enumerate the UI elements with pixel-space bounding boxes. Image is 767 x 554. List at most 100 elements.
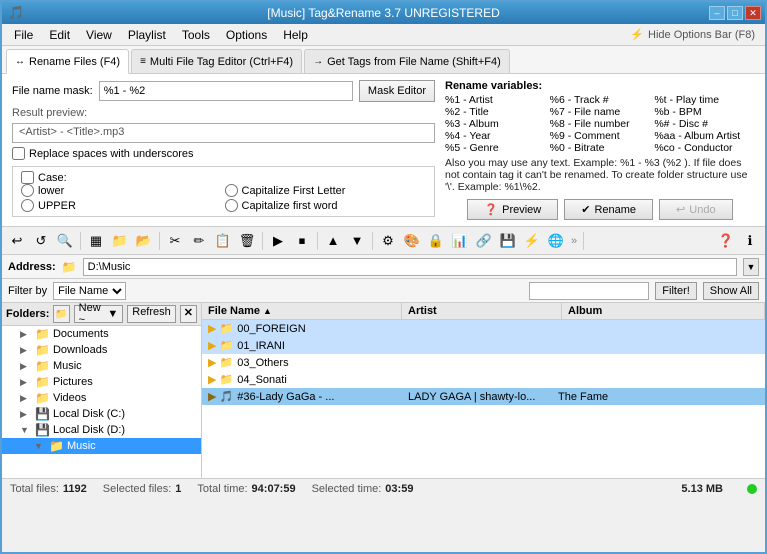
filter-by-label: Filter by: [8, 285, 47, 297]
folder-arrow-d: ▼: [20, 425, 32, 435]
replace-spaces-label: Replace spaces with underscores: [29, 148, 193, 160]
tab-rename-files[interactable]: ↔ Rename Files (F4): [6, 49, 129, 74]
file-name-03-others: ▶ 📁 03_Others: [202, 355, 402, 370]
filter-select[interactable]: File Name Artist Album Title: [53, 282, 126, 300]
tb-folder-button[interactable]: 📁: [109, 230, 131, 252]
address-folder-icon: 📁: [62, 260, 77, 274]
folder-pictures[interactable]: ▶ 📁 Pictures: [2, 374, 201, 390]
folder-d[interactable]: ▼ 💾 Local Disk (D:): [2, 422, 201, 438]
folder-downloads[interactable]: ▶ 📁 Downloads: [2, 342, 201, 358]
case-section: Case: lower Capitalize First Letter UPPE…: [12, 166, 435, 217]
case-upper-radio[interactable]: [21, 199, 34, 212]
status-bar: Total files: 1192 Selected files: 1 Tota…: [2, 478, 765, 498]
tb-palette-button[interactable]: 🎨: [401, 230, 423, 252]
tb-flash-button[interactable]: ⚡: [521, 230, 543, 252]
folder-documents[interactable]: ▶ 📁 Documents: [2, 326, 201, 342]
folder-name-d: Local Disk (D:): [53, 424, 125, 436]
tb-view-button[interactable]: ▦: [85, 230, 107, 252]
tb-help-button[interactable]: ❓: [715, 230, 737, 252]
tb-info-button[interactable]: ℹ: [739, 230, 761, 252]
undo-button[interactable]: ↩ Undo: [659, 199, 733, 220]
rename-label: Rename: [594, 204, 636, 216]
menu-playlist[interactable]: Playlist: [120, 26, 174, 44]
status-indicator: [747, 484, 757, 494]
tb-search-button[interactable]: 🔍: [54, 230, 76, 252]
tb-delete-button[interactable]: 🗑: [236, 230, 258, 252]
tab-multi-tag[interactable]: ≡ Multi File Tag Editor (Ctrl+F4): [131, 49, 302, 73]
folder-videos[interactable]: ▶ 📁 Videos: [2, 390, 201, 406]
tb-save-button[interactable]: 💾: [497, 230, 519, 252]
tb-globe-button[interactable]: 🌐: [545, 230, 567, 252]
close-button[interactable]: ✕: [745, 6, 761, 20]
show-all-button[interactable]: Show All: [703, 282, 759, 300]
case-lower-radio[interactable]: [21, 184, 34, 197]
col-header-filename[interactable]: File Name ▲: [202, 303, 402, 319]
replace-spaces-row: Replace spaces with underscores: [12, 147, 435, 160]
case-capitalize-radio[interactable]: [225, 184, 238, 197]
filter-input[interactable]: [529, 282, 649, 300]
file-row-01-irani[interactable]: ▶ 📁 01_IRANI: [202, 337, 765, 354]
tb-sep-3: [262, 232, 263, 250]
folders-collapse-button[interactable]: 📁: [53, 305, 69, 323]
tb-up-button[interactable]: ▲: [322, 230, 344, 252]
tb-copy-button[interactable]: 📋: [212, 230, 234, 252]
tb-lock-button[interactable]: 🔒: [425, 230, 447, 252]
address-label: Address:: [8, 261, 56, 273]
file-row-00-foreign[interactable]: ▶ 📁 00_FOREIGN: [202, 320, 765, 337]
folders-close-button[interactable]: ✕: [180, 305, 197, 323]
vars-title: Rename variables:: [445, 80, 755, 92]
col-header-album[interactable]: Album: [562, 303, 765, 319]
menu-view[interactable]: View: [78, 26, 120, 44]
folders-new-button[interactable]: New ~ ▼: [74, 305, 124, 323]
tb-settings-button[interactable]: ⚙: [377, 230, 399, 252]
menu-tools[interactable]: Tools: [174, 26, 218, 44]
menu-help[interactable]: Help: [275, 26, 316, 44]
minimize-button[interactable]: –: [709, 6, 725, 20]
file-name-gaga: ▶ 🎵 #36-Lady GaGa - ...: [202, 389, 402, 404]
maximize-button[interactable]: □: [727, 6, 743, 20]
tb-back-button[interactable]: ↩: [6, 230, 28, 252]
hide-options-icon: ⚡: [630, 28, 644, 41]
hide-options-button[interactable]: ⚡ Hide Options Bar (F8): [624, 26, 761, 43]
address-dropdown[interactable]: ▼: [743, 258, 759, 276]
replace-spaces-checkbox[interactable]: [12, 147, 25, 160]
case-checkbox[interactable]: [21, 171, 34, 184]
tb-link-button[interactable]: 🔗: [473, 230, 495, 252]
folder-music[interactable]: ▶ 📁 Music: [2, 358, 201, 374]
tb-cut-button[interactable]: ✂: [164, 230, 186, 252]
tb-edit-button[interactable]: ✏: [188, 230, 210, 252]
folder-tree-container: ▶ 📁 Documents ▶ 📁 Downloads ▶ 📁 Music: [2, 326, 201, 478]
file-row-04-sonati[interactable]: ▶ 📁 04_Sonati: [202, 371, 765, 388]
preview-button[interactable]: ❓ Preview: [467, 199, 558, 220]
tb-open-button[interactable]: 📂: [133, 230, 155, 252]
tab-get-tags[interactable]: → Get Tags from File Name (Shift+F4): [304, 49, 510, 73]
tb-play-button[interactable]: ▶: [267, 230, 289, 252]
total-time-value: 94:07:59: [252, 483, 296, 495]
menu-edit[interactable]: Edit: [41, 26, 78, 44]
col-header-artist[interactable]: Artist: [402, 303, 562, 319]
tb-chart-button[interactable]: 📊: [449, 230, 471, 252]
file-name-text-01: 01_IRANI: [237, 340, 285, 352]
folder-name-documents: Documents: [53, 328, 109, 340]
case-lower-label: lower: [38, 185, 64, 197]
file-row-gaga[interactable]: ▶ 🎵 #36-Lady GaGa - ... LADY GAGA | shaw…: [202, 388, 765, 405]
file-row-03-others[interactable]: ▶ 📁 03_Others: [202, 354, 765, 371]
menu-options[interactable]: Options: [218, 26, 275, 44]
rename-button[interactable]: ✔ Rename: [564, 199, 653, 220]
folder-c[interactable]: ▶ 💾 Local Disk (C:): [2, 406, 201, 422]
tb-stop-button[interactable]: ⏹: [291, 230, 313, 252]
tb-refresh-button[interactable]: ↺: [30, 230, 52, 252]
folder-row-icon-04: ▶ 📁: [208, 373, 233, 386]
filter-button[interactable]: Filter!: [655, 282, 697, 300]
menu-file[interactable]: File: [6, 26, 41, 44]
tb-down-button[interactable]: ▼: [346, 230, 368, 252]
folders-refresh-button[interactable]: Refresh: [127, 305, 176, 323]
folder-row-icon-00: ▶ 📁: [208, 322, 233, 335]
folder-name-videos: Videos: [53, 392, 86, 404]
mask-input[interactable]: [99, 81, 353, 101]
folder-tree: ▶ 📁 Documents ▶ 📁 Downloads ▶ 📁 Music: [2, 326, 201, 478]
mask-editor-button[interactable]: Mask Editor: [359, 80, 435, 102]
case-firstword-radio[interactable]: [225, 199, 238, 212]
address-input[interactable]: [83, 258, 737, 276]
folder-d-music[interactable]: ▼ 📁 Music: [2, 438, 201, 454]
